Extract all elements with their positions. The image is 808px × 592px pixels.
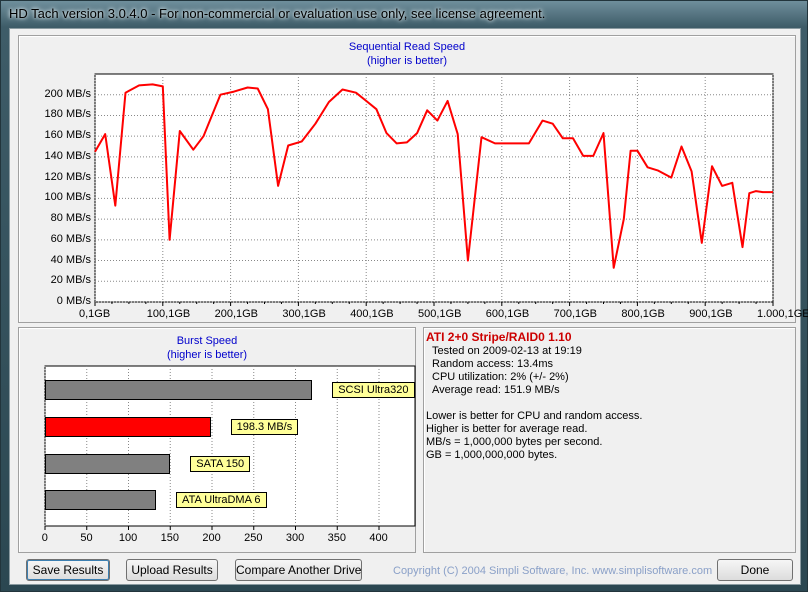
upload-results-button[interactable]: Upload Results <box>126 559 218 581</box>
note-mbs: MB/s = 1,000,000 bytes per second. <box>426 436 603 448</box>
y-tick-label: 180 MB/s <box>44 108 91 121</box>
note-cpu: Lower is better for CPU and random acces… <box>426 410 643 422</box>
y-tick-label: 60 MB/s <box>50 232 91 245</box>
drive-info-panel: ATI 2+0 Stripe/RAID0 1.10 Tested on 2009… <box>423 327 796 553</box>
save-results-button[interactable]: Save Results <box>26 559 110 581</box>
x-tick-label: 800,1GB <box>621 308 665 320</box>
x-tick-label: 700,1GB <box>553 308 598 320</box>
compare-another-drive-button[interactable]: Compare Another Drive <box>235 559 362 581</box>
window-title: HD Tach version 3.0.4.0 - For non-commer… <box>9 6 546 21</box>
x-tick-label: 0,1GB <box>79 308 111 320</box>
y-tick-label: 20 MB/s <box>50 274 91 287</box>
cpu-utilization: CPU utilization: 2% (+/- 2%) <box>432 371 569 383</box>
copyright-text: Copyright (C) 2004 Simpli Software, Inc.… <box>393 565 713 577</box>
title-bar[interactable]: HD Tach version 3.0.4.0 - For non-commer… <box>1 1 807 27</box>
burst-x-tick-label: 350 <box>327 532 346 544</box>
done-button[interactable]: Done <box>717 559 793 581</box>
test-date: Tested on 2009-02-13 at 19:19 <box>432 345 582 357</box>
y-tick-label: 160 MB/s <box>44 129 91 142</box>
note-gb: GB = 1,000,000,000 bytes. <box>426 449 558 461</box>
burst-x-tick-label: 50 <box>80 532 93 544</box>
y-tick-label: 100 MB/s <box>44 191 91 204</box>
average-read: Average read: 151.9 MB/s <box>432 384 560 396</box>
drive-name: ATI 2+0 Stripe/RAID0 1.10 <box>426 330 572 344</box>
burst-x-tick-label: 250 <box>244 532 263 544</box>
burst-bar <box>45 490 157 510</box>
random-access: Random access: 13.4ms <box>432 358 554 370</box>
burst-bar-label: ATA UltraDMA 6 <box>176 492 267 508</box>
burst-x-tick-label: 0 <box>41 532 48 544</box>
burst-x-tick-label: 400 <box>369 532 388 544</box>
burst-speed-panel: Burst Speed (higher is better) SCSI Ultr… <box>18 327 416 553</box>
y-tick-label: 200 MB/s <box>44 87 91 100</box>
x-tick-label: 600,1GB <box>485 308 530 320</box>
y-tick-label: 0 MB/s <box>56 295 91 307</box>
app-window: HD Tach version 3.0.4.0 - For non-commer… <box>0 0 808 592</box>
burst-x-tick-label: 200 <box>202 532 221 544</box>
burst-speed-chart <box>44 365 416 530</box>
note-average: Higher is better for average read. <box>426 423 588 435</box>
x-tick-label: 100,1GB <box>146 308 191 320</box>
burst-bar <box>45 417 211 437</box>
burst-bar-label: SCSI Ultra320 <box>332 382 415 398</box>
burst-bar-label: SATA 150 <box>190 456 251 472</box>
burst-x-tick-label: 150 <box>160 532 179 544</box>
burst-bar-label: 198.3 MB/s <box>230 419 299 435</box>
x-tick-label: 400,1GB <box>350 308 394 320</box>
sequential-read-panel: Sequential Read Speed (higher is better)… <box>18 35 808 323</box>
burst-x-tick-label: 300 <box>285 532 305 544</box>
burst-bar <box>45 454 171 474</box>
x-tick-label: 1.000,1GE <box>757 308 808 320</box>
y-tick-label: 80 MB/s <box>50 212 91 225</box>
y-tick-label: 140 MB/s <box>44 149 91 162</box>
x-tick-label: 300,1GB <box>282 308 326 320</box>
burst-x-tick-label: 100 <box>118 532 138 544</box>
client-area: Sequential Read Speed (higher is better)… <box>9 28 808 585</box>
x-tick-label: 500,1GB <box>418 308 462 320</box>
x-tick-label: 200,1GB <box>214 308 259 320</box>
burst-bar <box>45 380 313 400</box>
y-tick-label: 120 MB/s <box>44 170 91 183</box>
y-tick-label: 40 MB/s <box>50 253 91 266</box>
x-tick-label: 900,1GB <box>689 308 733 320</box>
sequential-read-chart <box>94 73 774 306</box>
